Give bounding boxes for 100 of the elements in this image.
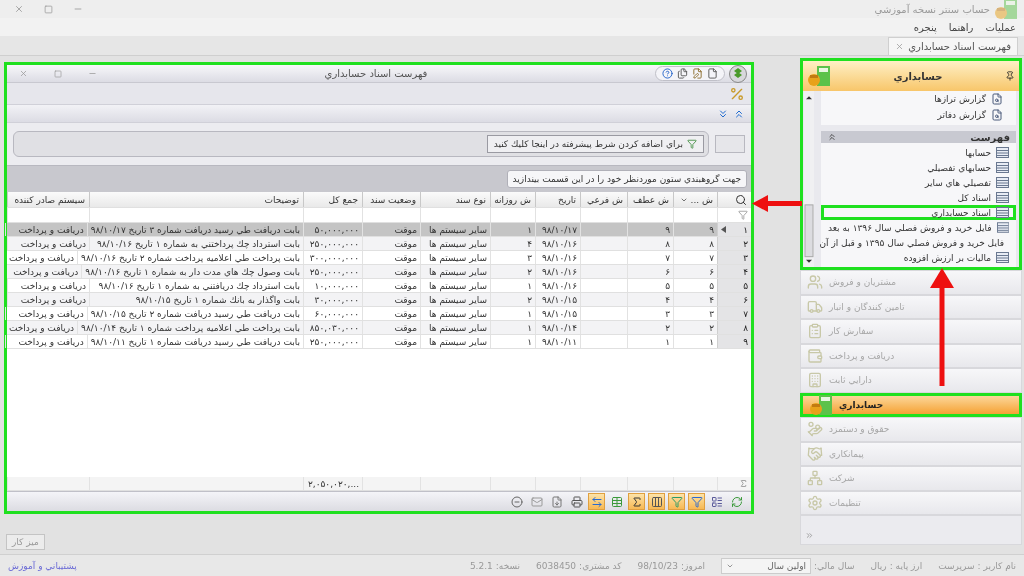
row-number: ۳ [743, 252, 748, 263]
expand-icon[interactable] [717, 107, 729, 120]
filter-button[interactable] [668, 493, 685, 510]
year-select[interactable]: اولين سال [721, 557, 811, 574]
sidebar-item[interactable]: تفصيلي هاي ساير [821, 175, 1016, 190]
table-row[interactable]: ۱ ۹ ۹ ۹۸/۱۰/۱۷ ۱ ساير سيستم ها موقت ۵۰,۰۰۰,۰۰۰ بابت دريافت طي رسيد دريافت شماره ۳ تاريخ ۹۸/۱۰/۱۷ دريافت و پرداخت [7, 223, 751, 237]
table-row[interactable]: ۷ ۳ ۳ ۹۸/۱۰/۱۵ ۱ ساير سيستم ها موقت ۶۰,۰۰۰,۰۰۰ بابت دريافت طي رسيد دريافت شماره ۲ تاريخ ۹۸/۱۰/۱۵ دريافت و پرداخت [7, 307, 751, 321]
column-header[interactable]: جمع كل [303, 192, 362, 207]
sidebar-item[interactable]: حسابهاي تفصيلي [821, 160, 1016, 175]
table-cell: ۴ [627, 293, 673, 306]
table-cell: ۶ [673, 265, 717, 278]
table-row[interactable]: ۸ ۲ ۲ ۹۸/۱۰/۱۴ ۱ ساير سيستم ها موقت ۸۵۰,۰۳۰,۰۰۰ بابت پرداخت طي اعلاميه پرداخت شماره ۱ تاريخ ۹۸/۱۰/۱۴ دريافت و پرداخت [7, 321, 751, 335]
support-link[interactable]: پشتيباني و آموزش [8, 560, 77, 571]
table-cell: ۷ [627, 251, 673, 264]
table-row[interactable]: ۴ ۶ ۶ ۹۸/۱۰/۱۶ ۲ ساير سيستم ها موقت ۲۵۰,۰۰۰,۰۰۰ بابت وصول چك هاي مدت دار به شماره ۱ تاريخ ۹۸/۱۰/۱۶ دريافت و پرداخت [7, 265, 751, 279]
table-cell: موقت [362, 321, 420, 334]
table-cell: ۱ [490, 335, 535, 348]
columns-button[interactable] [648, 493, 665, 510]
table-cell: ۶ [627, 265, 673, 278]
minus-circle-button[interactable] [508, 493, 525, 510]
table-row[interactable]: ۶ ۴ ۴ ۹۸/۱۰/۱۵ ۲ ساير سيستم ها موقت ۳۰,۰۰۰,۰۰۰ بابت واگذار به بانك شماره ۱ تاريخ ۹۸/۱۰/۱۵ دريافت و پرداخت [7, 293, 751, 307]
sidebar-item[interactable]: ماليات بر ارزش افزوده [821, 250, 1016, 265]
list-icon [996, 162, 1009, 173]
sidebar-item[interactable]: اسناد حسابداري [821, 205, 1016, 220]
row-number: ۴ [743, 266, 748, 277]
table-cell: ۱ [627, 335, 673, 348]
column-header[interactable]: توضيحات [89, 192, 303, 207]
new-document-icon[interactable] [707, 68, 718, 79]
sidebar-item[interactable]: اسناد كل [821, 190, 1016, 205]
table-cell: بابت دريافت طي رسيد دريافت شماره ۲ تاريخ ۹۸/۱۰/۱۵ [86, 307, 303, 320]
building-icon [807, 372, 823, 389]
fit-width-button[interactable] [588, 493, 605, 510]
table-cell: بابت استرداد چك پرداختني به شماره ۱ تاريخ ۹۸/۱۰/۱۶ [89, 237, 303, 250]
sidebar-item[interactable]: فايل خريد و فروش فصلي سال ۱۳۹۵ و قبل از آن [821, 235, 1016, 250]
column-header[interactable]: سيستم صادر كننده [7, 192, 89, 207]
print-icon [570, 495, 583, 508]
percent-icon[interactable] [729, 85, 745, 102]
sidebar-item[interactable]: حسابها [821, 145, 1016, 160]
table-row[interactable]: ۲ ۸ ۸ ۹۸/۱۰/۱۶ ۴ ساير سيستم ها موقت ۲۵۰,۰۰۰,۰۰۰ بابت استرداد چك پرداختني به شماره ۱ تاريخ ۹۸/۱۰/۱۶ دريافت و پرداخت [7, 237, 751, 251]
column-header[interactable]: تاريخ [535, 192, 580, 207]
pin-icon[interactable] [1005, 71, 1015, 81]
close-button[interactable] [19, 69, 28, 78]
table-cell: ۳۰,۰۰۰,۰۰۰ [303, 293, 362, 306]
document-tab[interactable]: فهرست اسناد حسابداري [888, 37, 1018, 55]
status-label: سال مالي: [814, 560, 855, 571]
table-cell: موقت [362, 293, 420, 306]
table-cell: ۵۰,۰۰۰,۰۰۰ [303, 223, 362, 236]
table-cell: ۹۸/۱۰/۱۱ [535, 335, 580, 348]
table-cell: ساير سيستم ها [420, 279, 490, 292]
help-icon[interactable] [662, 68, 673, 79]
window-title: فهرست اسناد حسابداري [323, 68, 429, 79]
columns-icon [650, 495, 663, 508]
print-button[interactable] [568, 493, 585, 510]
table-cell: ۴ [673, 293, 717, 306]
table-row[interactable]: ۳ ۷ ۷ ۹۸/۱۰/۱۶ ۳ ساير سيستم ها موقت ۳۰۰,۰۰۰,۰۰۰ بابت پرداخت طي اعلاميه پرداخت شماره ۲ تاريخ ۹۸/۱۰/۱۶ دريافت و پرداخت [7, 251, 751, 265]
column-header[interactable]: نوع سند [420, 192, 490, 207]
table-cell: بابت پرداخت طي اعلاميه پرداخت شماره ۱ تاريخ ۹۸/۱۰/۱۴ [77, 321, 303, 334]
nav-button[interactable]: حسابداري [800, 392, 1022, 417]
table-cell: ساير سيستم ها [420, 223, 490, 236]
menu-item[interactable]: راهنما [948, 21, 974, 33]
filter-icon [687, 139, 697, 149]
table-cell: ۹۸/۱۰/۱۶ [535, 265, 580, 278]
filter-button[interactable] [688, 493, 705, 510]
close-button[interactable] [14, 4, 24, 14]
table-cell: ۲ [673, 321, 717, 334]
report-item[interactable]: گزارش دفاتر [827, 107, 1010, 123]
total-cell: ...,۲,۰۵۰,۰۲۰ [303, 477, 362, 490]
table-cell: ۲ [627, 321, 673, 334]
filter-icon [738, 210, 748, 220]
table-cell: ساير سيستم ها [420, 265, 490, 278]
table-row[interactable]: ۹ ۱ ۱ ۹۸/۱۰/۱۱ ۱ ساير سيستم ها موقت ۲۵۰,۰۰۰,۰۰۰ بابت دريافت طي رسيد دريافت شماره ۱ تاريخ ۹۸/۱۰/۱۱ دريافت و پرداخت [7, 335, 751, 349]
table-cell: ۳ [673, 307, 717, 320]
column-header[interactable]: وضعيت سند [362, 192, 420, 207]
sigma-button[interactable] [628, 493, 645, 510]
list-icon [996, 192, 1009, 203]
column-header[interactable]: ش عطف [627, 192, 673, 207]
column-header[interactable]: ش ... [673, 192, 717, 207]
search-button[interactable] [717, 192, 751, 207]
copy-icon[interactable] [677, 68, 688, 79]
menu-item[interactable]: عمليات [985, 21, 1016, 33]
close-icon[interactable] [895, 42, 905, 51]
app-title: حساب سنتر نسخه آموزشي [874, 3, 990, 15]
table-cell: ساير سيستم ها [420, 335, 490, 348]
edit-icon[interactable] [692, 68, 703, 79]
report-item[interactable]: گزارش ترازها [827, 91, 1010, 107]
restore-button[interactable] [44, 4, 53, 14]
table-cell: دريافت و پرداخت [0, 265, 82, 278]
status-label: نام كاربر : [977, 560, 1016, 571]
column-header[interactable]: ش فرعي [580, 192, 627, 207]
menu-item[interactable]: پنجره [913, 21, 937, 33]
column-header[interactable]: ش روزانه [490, 192, 535, 207]
section-header[interactable]: فهرست [821, 131, 1016, 143]
table-cell: ۱ [490, 223, 535, 236]
advanced-filter-button[interactable]: براي اضافه كردن شرط پيشرفته در اينجا كليك كنيد [486, 135, 704, 153]
table-cell: بابت وصول چك هاي مدت دار به شماره ۱ تاريخ ۹۸/۱۰/۱۶ [81, 265, 303, 278]
table-row[interactable]: ۵ ۵ ۵ ۹۸/۱۰/۱۶ ۱ ساير سيستم ها موقت ۱۰,۰۰۰,۰۰۰ بابت استرداد چك دريافتني به شماره ۱ تاريخ ۹۸/۱۰/۱۶ دريافت و پرداخت [7, 279, 751, 293]
sidebar-item[interactable]: فايل خريد و فروش فصلي سال ۱۳۹۶ به بعد [821, 220, 1016, 235]
table-cell: ۱ [490, 307, 535, 320]
list-icon [996, 147, 1009, 158]
table-cell: موقت [362, 237, 420, 250]
